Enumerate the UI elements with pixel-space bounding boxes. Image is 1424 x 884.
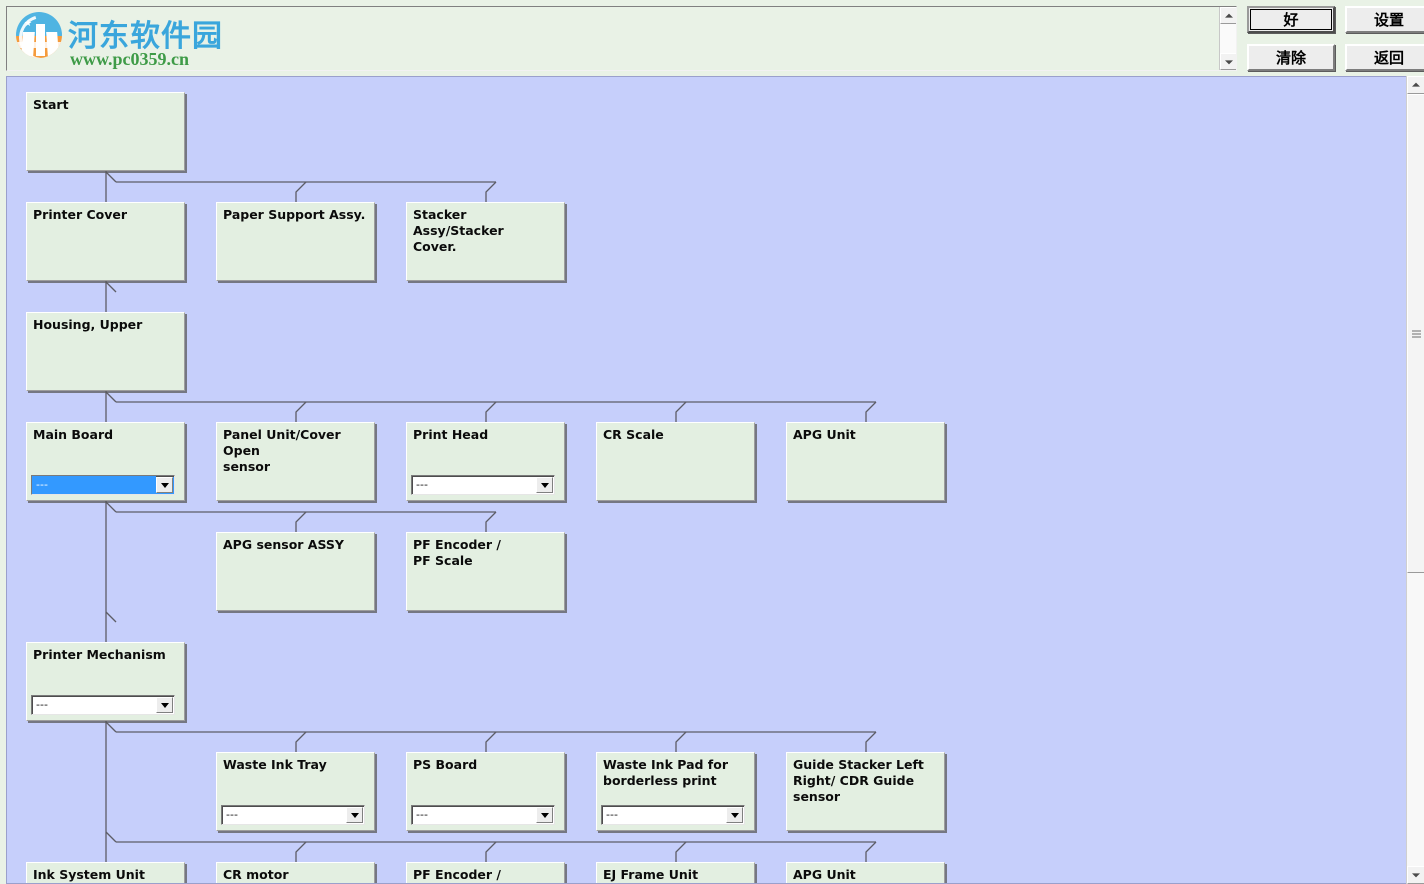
node-crmotor[interactable]: CR motor	[216, 862, 375, 883]
combobox-value: ---	[32, 476, 156, 494]
logo-mark-icon: ★	[16, 12, 62, 58]
node-combobox-printermech[interactable]: ---	[31, 695, 175, 715]
logo-site-url: www.pc0359.cn	[70, 49, 190, 69]
node-label: Printer Cover	[33, 207, 128, 222]
header-bar: ★ 河东软件园 www.pc0359.cn 好 设置 清除 返回	[0, 0, 1424, 76]
node-apgunit1[interactable]: APG Unit	[786, 422, 945, 501]
combobox-value: ---	[606, 808, 618, 821]
header-panel-content: ★ 河东软件园 www.pc0359.cn	[7, 7, 1219, 70]
node-label: Print Head	[413, 427, 489, 442]
node-apgunit2[interactable]: APG Unit	[786, 862, 945, 883]
node-label: PF Encoder /	[413, 867, 501, 882]
node-label: Paper Support Assy.	[223, 207, 366, 222]
node-combobox-wasteinkpad[interactable]: ---	[601, 805, 745, 825]
node-inksystem[interactable]: Ink System Unit	[26, 862, 185, 883]
node-label: Waste Ink Tray	[223, 757, 327, 772]
site-logo: ★ 河东软件园 www.pc0359.cn	[16, 9, 222, 69]
ok-button[interactable]: 好	[1247, 6, 1335, 33]
canvas-scroll-up-icon[interactable]	[1407, 76, 1424, 94]
node-wasteinktray[interactable]: Waste Ink Tray ---	[216, 752, 375, 831]
node-apgsensor[interactable]: APG sensor ASSY	[216, 532, 375, 611]
node-ejframe[interactable]: EJ Frame Unit	[596, 862, 755, 883]
node-label: Printer Mechanism	[33, 647, 166, 662]
node-label: Main Board	[33, 427, 114, 442]
node-combobox-wasteinktray[interactable]: ---	[221, 805, 365, 825]
node-printercover[interactable]: Printer Cover	[26, 202, 185, 281]
chevron-down-icon[interactable]	[346, 807, 363, 823]
node-label: CR Scale	[603, 427, 664, 442]
canvas-scroll-down-icon[interactable]	[1407, 866, 1424, 884]
scrollbar-grip-icon	[1412, 330, 1421, 337]
node-guidestacker[interactable]: Guide Stacker Left Right/ CDR Guide sens…	[786, 752, 945, 831]
header-scrollbar-track[interactable]	[1220, 24, 1236, 53]
settings-button[interactable]: 设置	[1345, 6, 1424, 33]
node-label: CR motor	[223, 867, 289, 882]
node-mainboard[interactable]: Main Board ---	[26, 422, 185, 501]
scroll-down-icon[interactable]	[1220, 53, 1236, 70]
node-start[interactable]: Start	[26, 92, 185, 171]
node-printermech[interactable]: Printer Mechanism ---	[26, 642, 185, 721]
back-button[interactable]: 返回	[1345, 44, 1424, 71]
node-label: Panel Unit/Cover Open sensor	[223, 427, 341, 474]
node-combobox-psboard[interactable]: ---	[411, 805, 555, 825]
node-printhead[interactable]: Print Head ---	[406, 422, 565, 501]
node-psboard[interactable]: PS Board ---	[406, 752, 565, 831]
node-combobox-printhead[interactable]: ---	[411, 475, 555, 495]
node-stacker[interactable]: Stacker Assy/Stacker Cover.	[406, 202, 565, 281]
application-window: ★ 河东软件园 www.pc0359.cn 好 设置 清除 返回 Start Pr…	[0, 0, 1424, 884]
node-combobox-mainboard[interactable]: ---	[31, 475, 175, 495]
node-label: APG Unit	[793, 867, 856, 882]
node-pfencoder2[interactable]: PF Encoder /	[406, 862, 565, 883]
flowchart-canvas[interactable]: Start Printer Cover Paper Support Assy. Sta…	[6, 76, 1406, 884]
node-label: PF Encoder / PF Scale	[413, 537, 501, 568]
chevron-down-icon[interactable]	[156, 697, 173, 713]
chevron-down-icon[interactable]	[156, 477, 173, 493]
node-panelunit[interactable]: Panel Unit/Cover Open sensor	[216, 422, 375, 501]
canvas-vertical-scrollbar[interactable]	[1406, 76, 1424, 884]
node-label: Stacker Assy/Stacker Cover.	[413, 207, 504, 254]
combobox-value: ---	[36, 698, 48, 711]
combobox-value: ---	[226, 808, 238, 821]
node-label: PS Board	[413, 757, 478, 772]
node-label: Start	[33, 97, 69, 112]
chevron-down-icon[interactable]	[536, 807, 553, 823]
header-vertical-scrollbar[interactable]	[1219, 7, 1236, 70]
node-housing[interactable]: Housing, Upper	[26, 312, 185, 391]
node-label: Waste Ink Pad for borderless print	[603, 757, 728, 788]
node-label: APG sensor ASSY	[223, 537, 344, 552]
node-pfencoder1[interactable]: PF Encoder / PF Scale	[406, 532, 565, 611]
node-label: Ink System Unit	[33, 867, 145, 882]
clear-button[interactable]: 清除	[1247, 44, 1335, 71]
combobox-value: ---	[416, 808, 428, 821]
canvas-scrollbar-track[interactable]	[1407, 94, 1424, 866]
combobox-value: ---	[416, 478, 428, 491]
node-label: EJ Frame Unit	[603, 867, 699, 882]
chevron-down-icon[interactable]	[726, 807, 743, 823]
scroll-up-icon[interactable]	[1220, 7, 1236, 24]
node-papersupport[interactable]: Paper Support Assy.	[216, 202, 375, 281]
chevron-down-icon[interactable]	[536, 477, 553, 493]
node-label: APG Unit	[793, 427, 856, 442]
node-label: Housing, Upper	[33, 317, 143, 332]
node-crscale[interactable]: CR Scale	[596, 422, 755, 501]
header-text-panel: ★ 河东软件园 www.pc0359.cn	[6, 6, 1237, 71]
node-wasteinkpad[interactable]: Waste Ink Pad for borderless print ---	[596, 752, 755, 831]
flowchart-area: Start Printer Cover Paper Support Assy. Sta…	[6, 76, 1424, 884]
canvas-scrollbar-thumb[interactable]	[1407, 94, 1424, 573]
node-label: Guide Stacker Left Right/ CDR Guide sens…	[793, 757, 924, 804]
